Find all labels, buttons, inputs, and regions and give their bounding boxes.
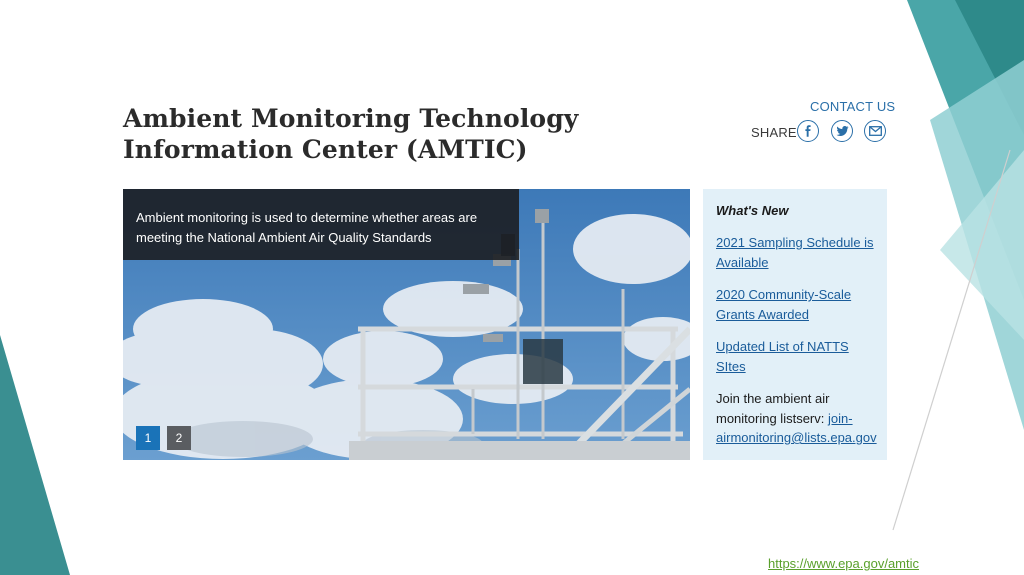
decor-triangle-bottom-left [0,335,70,575]
page-title: Ambient Monitoring Technology Informatio… [123,104,579,164]
decor-line [892,149,1011,531]
twitter-share-button[interactable] [831,120,853,142]
footer-url-link[interactable]: https://www.epa.gov/amtic [768,556,919,571]
email-share-button[interactable] [864,120,886,142]
image-carousel[interactable]: Ambient monitoring is used to determine … [123,189,690,460]
email-icon [868,126,882,136]
whats-new-heading: What's New [716,203,789,218]
whats-new-panel: What's New 2021 Sampling Schedule is Ava… [703,189,887,460]
news-link-sampling-schedule[interactable]: 2021 Sampling Schedule is Available [716,233,874,272]
facebook-icon [805,125,811,137]
slide-1-button[interactable]: 1 [136,426,160,450]
share-label: SHARE [751,125,797,140]
listserv-text: Join the ambient air monitoring listserv… [716,389,877,448]
slide-2-button[interactable]: 2 [167,426,191,450]
twitter-icon [836,126,848,136]
contact-us-link[interactable]: CONTACT US [810,99,895,114]
carousel-caption: Ambient monitoring is used to determine … [123,189,519,260]
listserv-label: Join the ambient air monitoring listserv… [716,391,830,426]
news-link-natts-sites[interactable]: Updated List of NATTS SItes [716,337,874,376]
news-link-community-grants[interactable]: 2020 Community-Scale Grants Awarded [716,285,874,324]
facebook-share-button[interactable] [797,120,819,142]
